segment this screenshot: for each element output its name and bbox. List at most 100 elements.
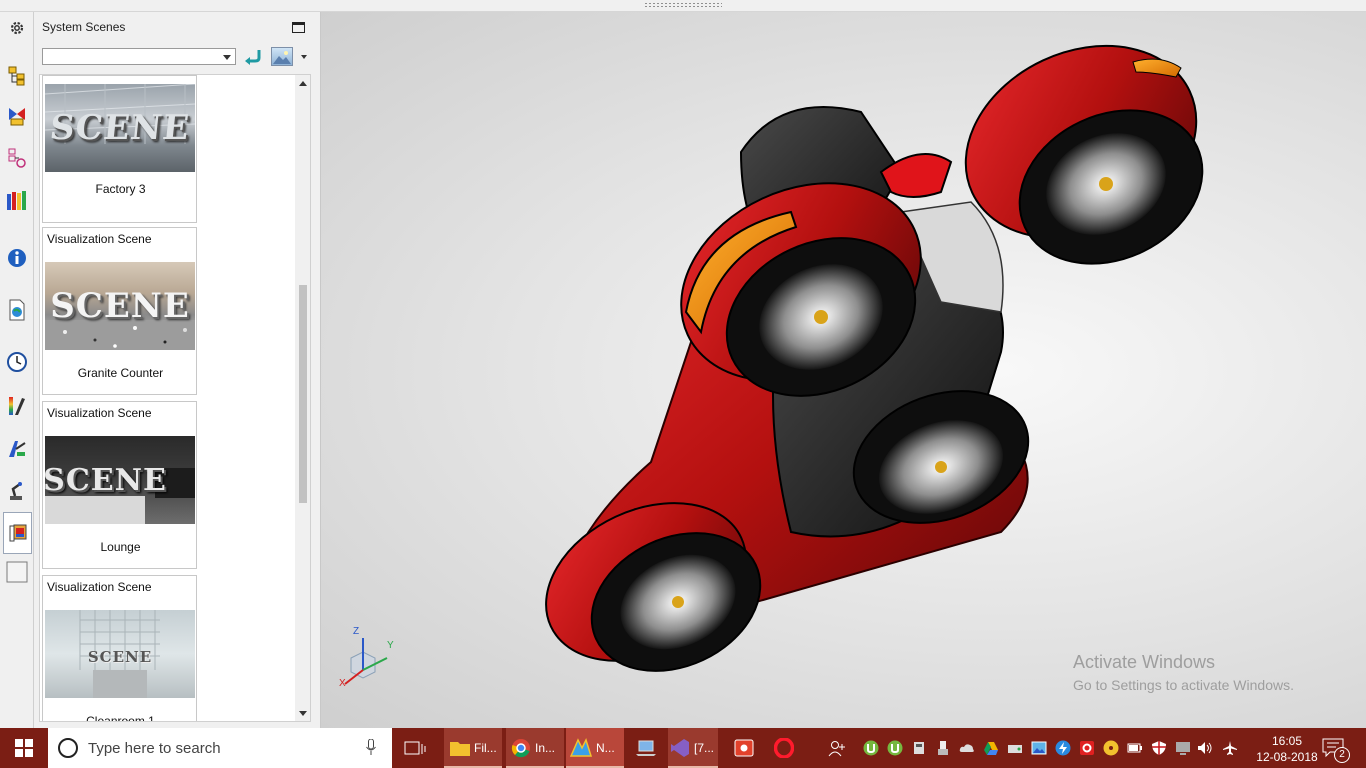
scene-text-graphic: SCENE: [48, 108, 192, 148]
scene-text-graphic: SCENE: [50, 286, 190, 326]
constraint-navigator-icon[interactable]: [5, 104, 29, 128]
scene-list-scrollbar[interactable]: [295, 75, 310, 721]
taskbar-search-box[interactable]: Type here to search: [48, 728, 392, 768]
resize-grip[interactable]: [644, 2, 722, 8]
volume-icon[interactable]: [1197, 740, 1213, 756]
factory-thumbnail: SCENE: [45, 84, 195, 172]
scene-name-label: Lounge: [100, 540, 141, 554]
return-arrow-icon[interactable]: [243, 48, 263, 66]
taskbar-app-file-explorer[interactable]: Fil...: [444, 728, 502, 768]
scene-category-dropdown[interactable]: [42, 48, 236, 65]
laptop-icon: [636, 740, 656, 756]
visual-studio-icon: [671, 739, 689, 757]
taskbar-app-laptop[interactable]: [632, 728, 660, 768]
file-explorer-icon: [450, 742, 470, 756]
taskbar-people[interactable]: [826, 728, 848, 768]
search-placeholder: Type here to search: [88, 740, 221, 757]
onedrive-cloud-icon[interactable]: [959, 740, 975, 756]
disc-burner-icon[interactable]: [1103, 740, 1119, 756]
image-viewer-icon[interactable]: [1031, 740, 1047, 756]
axis-label-y: Y: [387, 640, 394, 651]
taskbar-app-chrome[interactable]: In...: [506, 728, 564, 768]
scene-category-label: Visualization Scene: [47, 580, 152, 594]
chrome-icon: [511, 739, 530, 758]
taskbar-app-visual-studio[interactable]: [7...: [668, 728, 718, 768]
utorrent-secondary-icon[interactable]: [887, 740, 903, 756]
coordinate-triad-icon: [344, 638, 388, 685]
top-strip: [0, 0, 1366, 12]
web-browser-icon[interactable]: [5, 298, 29, 322]
storage-drive-icon[interactable]: [911, 740, 927, 756]
scene-text-graphic: SCENE: [45, 462, 167, 498]
watermark-title: Activate Windows: [1073, 652, 1216, 672]
microphone-icon[interactable]: [366, 739, 376, 756]
notification-count-badge: 2: [1334, 747, 1350, 763]
security-shield-icon[interactable]: [1151, 740, 1167, 756]
taskbar-app-screen-recorder[interactable]: [732, 728, 756, 768]
battery-icon[interactable]: [1127, 740, 1143, 756]
display-icon[interactable]: [1175, 740, 1191, 756]
history-clock-icon[interactable]: [5, 350, 29, 374]
system-scenes-panel: System Scenes SCENE Factory 3 Visualizat…: [34, 12, 321, 728]
bolt-app-icon[interactable]: [1055, 740, 1071, 756]
axis-label-z: Z: [353, 626, 360, 637]
screen-recorder-icon: [734, 739, 754, 757]
scene-name-label: Factory 3: [95, 182, 146, 196]
watermark-subtitle: Go to Settings to activate Windows.: [1073, 677, 1294, 693]
taskbar-app-nx[interactable]: N...: [566, 728, 624, 768]
usb-device-icon[interactable]: [935, 740, 951, 756]
roles-icon[interactable]: [5, 436, 29, 460]
system-materials-icon[interactable]: [5, 394, 29, 418]
system-scenes-tab-icon[interactable]: [3, 512, 32, 554]
scene-card-cleanroom-1[interactable]: Visualization Scene SCENE Cleanroom 1: [42, 575, 197, 722]
google-drive-icon[interactable]: [983, 740, 999, 756]
activate-windows-watermark: Activate Windows Go to Settings to activ…: [1073, 652, 1294, 693]
action-center-button[interactable]: 2: [1322, 738, 1350, 763]
task-view-icon[interactable]: [400, 728, 430, 768]
background-image-button[interactable]: [271, 47, 293, 66]
clock-time: 16:05: [1271, 734, 1303, 748]
taskbar-clock[interactable]: 16:05 12-08-2018: [1252, 733, 1322, 765]
scene-text-graphic: SCENE: [87, 648, 153, 666]
windows-start-icon[interactable]: [0, 728, 48, 768]
clock-date: 12-08-2018: [1256, 750, 1318, 764]
scene-card-granite-counter[interactable]: Visualization Scene SCENE Granite Counte…: [42, 227, 197, 395]
people-icon: [828, 741, 845, 757]
scene-list: SCENE Factory 3 Visualization Scene SCEN…: [39, 74, 311, 722]
scene-card-factory-3[interactable]: SCENE Factory 3: [42, 75, 197, 223]
taskbar-app-label: In...: [535, 741, 556, 755]
reuse-library-icon[interactable]: [5, 188, 29, 212]
taskbar: Type here to search Fil... In... N... [7…: [0, 728, 1366, 768]
cleanroom-thumbnail: SCENE: [45, 610, 195, 698]
taskbar-app-label: [7...: [694, 741, 715, 755]
scene-name-label: Cleanroom 1: [86, 714, 155, 722]
background-dropdown-arrow-icon[interactable]: [301, 55, 307, 59]
opera-icon: [774, 738, 794, 758]
network-drive-icon[interactable]: [1007, 740, 1023, 756]
blank-page-icon[interactable]: [5, 560, 29, 584]
info-icon[interactable]: [5, 246, 29, 270]
scrollbar-thumb[interactable]: [299, 285, 307, 503]
taskbar-app-opera[interactable]: [772, 728, 796, 768]
scene-card-lounge[interactable]: Visualization Scene SCENE Lounge: [42, 401, 197, 569]
axis-label-x: X: [339, 678, 346, 689]
graphics-viewport[interactable]: Z Y X Activate Windows Go to Settings to…: [321, 12, 1366, 728]
scene-category-label: Visualization Scene: [47, 232, 152, 246]
airplane-mode-icon[interactable]: [1222, 740, 1238, 756]
nx-icon: [570, 738, 592, 757]
chevron-down-icon: [223, 55, 231, 60]
cortana-icon: [58, 738, 78, 758]
scene-category-label: Visualization Scene: [47, 406, 152, 420]
qlik-icon[interactable]: [1079, 740, 1095, 756]
robot-arm-icon[interactable]: [5, 478, 29, 502]
scroll-down-arrow-icon[interactable]: [299, 711, 307, 716]
maximize-panel-button[interactable]: [292, 22, 305, 33]
gear-icon[interactable]: [5, 16, 29, 40]
scroll-up-arrow-icon[interactable]: [299, 81, 307, 86]
resource-bar: [0, 12, 34, 728]
flying-vehicle-model[interactable]: [321, 12, 1366, 728]
taskbar-app-label: Fil...: [474, 741, 497, 755]
assembly-navigator-icon[interactable]: [5, 64, 29, 88]
part-navigator-icon[interactable]: [5, 146, 29, 170]
utorrent-icon[interactable]: [863, 740, 879, 756]
